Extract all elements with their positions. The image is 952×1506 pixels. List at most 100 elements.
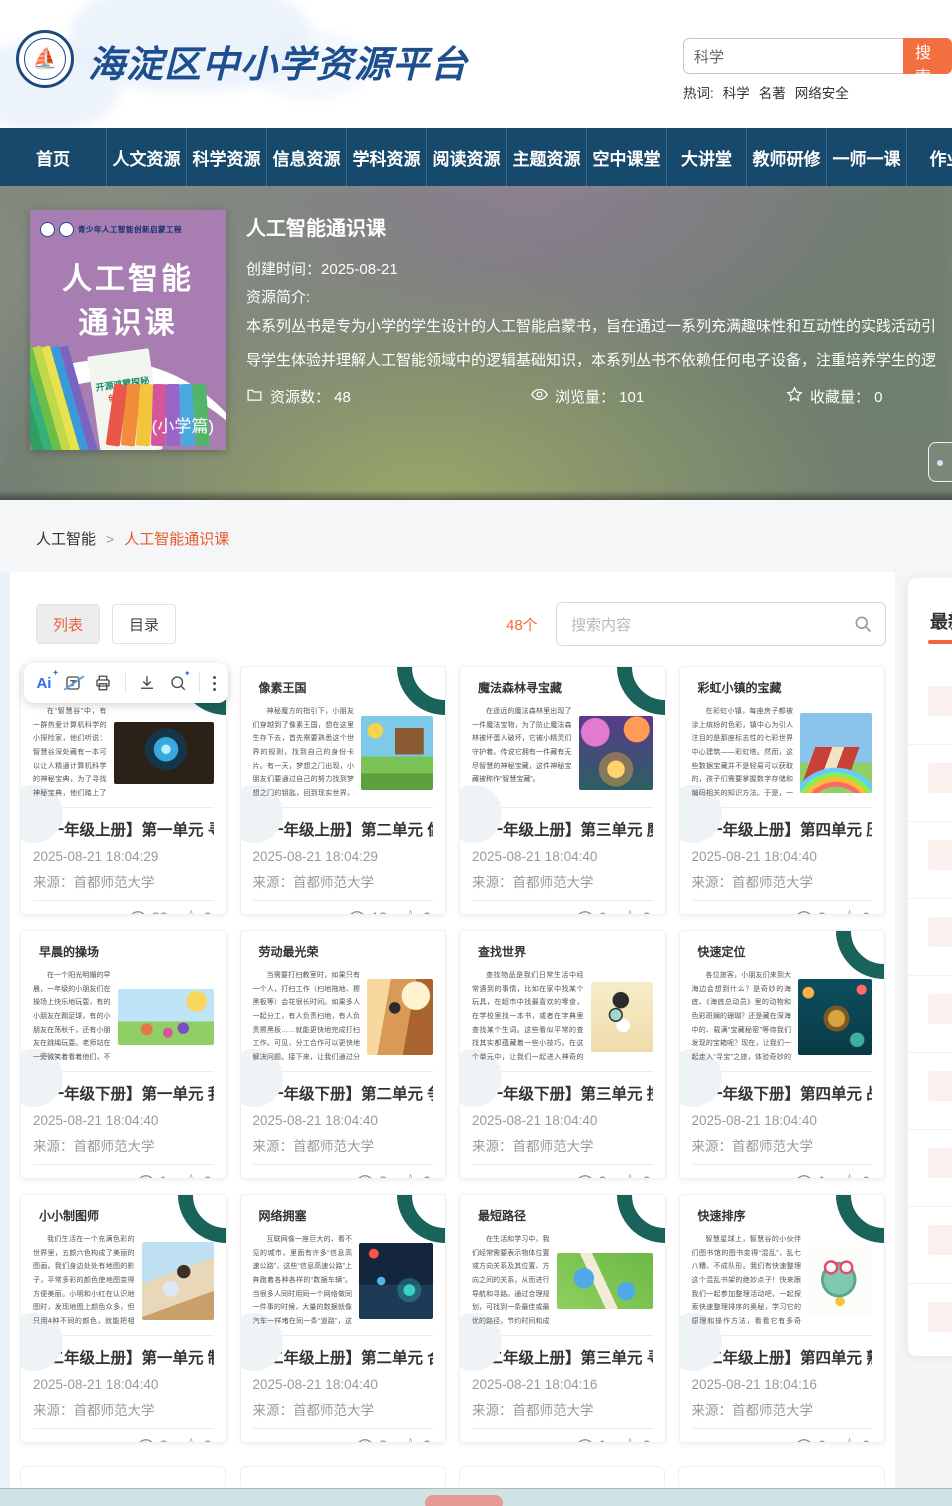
- search-icon[interactable]: [853, 614, 873, 634]
- favorite-count[interactable]: ☆0: [622, 1436, 650, 1443]
- view-count: 1: [137, 1173, 168, 1180]
- nav-item-3[interactable]: 科学资源: [186, 128, 266, 186]
- breadcrumb-parent[interactable]: 人工智能: [36, 528, 96, 549]
- main-nav: 首页人文资源科学资源信息资源学科资源阅读资源主题资源空中课堂大讲堂教师研修一师一…: [0, 128, 952, 186]
- tab-catalog-view[interactable]: 目录: [112, 604, 176, 644]
- bottom-bar-handle[interactable]: [425, 1495, 503, 1506]
- nav-item-9[interactable]: 大讲堂: [666, 128, 746, 186]
- download-icon[interactable]: [138, 674, 156, 692]
- card-thumbnail-pixel-kingdom: [361, 716, 433, 790]
- nav-item-6[interactable]: 阅读资源: [426, 128, 506, 186]
- card-description: 智慧星球上，智慧谷的小伙伴们图书馆的图书变得“混乱”，乱七八糟、不成队形。我们有…: [692, 1233, 802, 1329]
- more-icon[interactable]: [213, 676, 216, 691]
- bottom-bar: [0, 1488, 952, 1506]
- favorite-count[interactable]: ☆0: [403, 1436, 431, 1443]
- hot-word-link[interactable]: 网络安全: [795, 86, 849, 101]
- resource-card[interactable]: 寻宝智慧谷 在“智慧谷”中，有一群热爱计算机科学的小探险家，他们听说：智慧谷深处…: [20, 666, 227, 915]
- printer-icon[interactable]: [94, 674, 112, 692]
- nav-item-1[interactable]: 首页: [0, 128, 106, 186]
- thumbnail-placeholder: [928, 1302, 952, 1332]
- next-row-card-peek: [459, 1466, 665, 1487]
- site-header: ⛵ 海淀区中小学资源平台 搜索 热词:科学名著网络安全: [0, 0, 952, 128]
- favorite-count[interactable]: ☆0: [842, 908, 870, 915]
- card-source: 来源：首都师范大学: [33, 1135, 214, 1155]
- resource-card[interactable]: 早晨的操场 在一个阳光明媚的早晨，一年级的小朋友们在操场上快乐地玩耍，有的小朋友…: [20, 930, 227, 1179]
- favorite-count[interactable]: ☆0: [183, 908, 211, 915]
- nav-item-2[interactable]: 人文资源: [106, 128, 186, 186]
- search-sparkle-icon[interactable]: [169, 674, 187, 692]
- favorite-count[interactable]: ☆0: [183, 1172, 211, 1179]
- translate-icon[interactable]: [64, 674, 82, 692]
- latest-list-item[interactable]: [908, 822, 952, 899]
- favorite-count[interactable]: ☆0: [842, 1172, 870, 1179]
- hot-word-link[interactable]: 科学: [723, 86, 750, 101]
- eye-icon: [356, 1174, 374, 1180]
- favorite-count[interactable]: ☆0: [403, 908, 431, 915]
- latest-list-item[interactable]: [908, 899, 952, 976]
- ai-logo-icon[interactable]: Ai: [36, 675, 51, 692]
- resource-card[interactable]: 网络拥塞 互联网像一座巨大的、看不见的城市，里面有许多“信息高速公路”，这些“信…: [240, 1194, 447, 1443]
- star-icon: ☆: [622, 1436, 637, 1443]
- card-date: 2025-08-21 18:04:40: [692, 849, 873, 864]
- latest-list-item[interactable]: [908, 1053, 952, 1130]
- result-count: 48个: [506, 614, 538, 635]
- latest-list-item[interactable]: [908, 1207, 952, 1284]
- card-date: 2025-08-21 18:04:40: [253, 1113, 434, 1128]
- resource-card[interactable]: 快速定位 各位旅客，小朋友们来到大海边会想到什么？是奇妙的海底、《海底总动员》里…: [679, 930, 886, 1179]
- favorite-count[interactable]: ☆0: [622, 1172, 650, 1179]
- favorite-count[interactable]: ☆0: [183, 1436, 211, 1443]
- card-date: 2025-08-21 18:04:29: [33, 849, 214, 864]
- resource-hero: 青少年人工智能创新启蒙工程 人工智能 通识课 (小学篇) 开源鸿蒙探秘创新实践 …: [0, 186, 952, 500]
- header-search-input[interactable]: [683, 38, 903, 74]
- hot-word-link[interactable]: 名著: [759, 86, 786, 101]
- content-search-input[interactable]: [569, 604, 843, 646]
- program-name: 青少年人工智能创新启蒙工程: [78, 224, 182, 235]
- favorite-count[interactable]: ☆0: [842, 1436, 870, 1443]
- book-cover[interactable]: 青少年人工智能创新启蒙工程 人工智能 通识课 (小学篇) 开源鸿蒙探秘创新实践: [30, 210, 226, 450]
- resource-card[interactable]: 小小制图师 我们生活在一个充满色彩的世界里，五颜六色构成了美丽的图画。我们身边处…: [20, 1194, 227, 1443]
- latest-list-item[interactable]: [908, 1284, 952, 1356]
- card-date: 2025-08-21 18:04:40: [472, 849, 653, 864]
- header-search-button[interactable]: 搜索: [903, 38, 952, 74]
- favorite-count[interactable]: ☆0: [622, 908, 650, 915]
- resource-card[interactable]: 快速排序 智慧星球上，智慧谷的小伙伴们图书馆的图书变得“混乱”，乱七八糟、不成队…: [679, 1194, 886, 1443]
- resource-card[interactable]: 劳动最光荣 当需要打扫教室时，如果只有一个人，打扫工作（扫地拖地、擦黑板等）会花…: [240, 930, 447, 1179]
- nav-item-10[interactable]: 教师研修: [746, 128, 826, 186]
- eye-icon: [795, 1174, 813, 1180]
- latest-list-item[interactable]: [908, 976, 952, 1053]
- favorite-count[interactable]: ☆0: [403, 1172, 431, 1179]
- thumbnail-placeholder: [928, 994, 952, 1024]
- view-count: 13: [348, 909, 387, 916]
- latest-list-item[interactable]: [908, 745, 952, 822]
- card-thumbnail-undersea-treasure: [798, 979, 872, 1055]
- nav-item-5[interactable]: 学科资源: [346, 128, 426, 186]
- card-thumbnail-cartoon-monster: [808, 1247, 872, 1315]
- card-heading: 快速定位: [692, 943, 873, 960]
- resource-card[interactable]: 彩虹小镇的宝藏 在彩虹小镇，每座房子都被涂上缤纷的色彩，镇中心为引人注目的是那座…: [679, 666, 886, 915]
- site-logo[interactable]: ⛵: [16, 30, 74, 88]
- card-thumbnail-playground-morning: [118, 989, 214, 1045]
- book-fan-right: [110, 372, 226, 450]
- nav-item-11[interactable]: 一师一课: [826, 128, 906, 186]
- stat-star: 收藏量： 0: [786, 386, 883, 407]
- card-date: 2025-08-21 18:04:29: [253, 849, 434, 864]
- tab-latest[interactable]: 最新: [930, 608, 952, 634]
- breadcrumb-current: 人工智能通识课: [124, 528, 229, 549]
- latest-list-item[interactable]: [908, 668, 952, 745]
- card-date: 2025-08-21 18:04:16: [472, 1377, 653, 1392]
- nav-item-8[interactable]: 空中课堂: [586, 128, 666, 186]
- resource-card[interactable]: 查找世界 查找物品是我们日常生活中经常遇到的事情，比如在家中找某个玩具，在超市中…: [459, 930, 666, 1179]
- hero-side-button[interactable]: [928, 442, 952, 482]
- tab-list-view[interactable]: 列表: [36, 604, 100, 644]
- latest-list-item[interactable]: [908, 1130, 952, 1207]
- resource-title: 人工智能通识课: [246, 212, 386, 241]
- nav-item-7[interactable]: 主题资源: [506, 128, 586, 186]
- resource-card[interactable]: 魔法森林寻宝藏 在遥远的魔法森林里出现了一件魔法宝物，为了防止魔法森林被坏蛋人破…: [459, 666, 666, 915]
- star-icon: ☆: [842, 1436, 857, 1443]
- resource-card[interactable]: 最短路径 在生活和学习中，我们经常需要表示物体位置或方向关系及其位置、方向之间的…: [459, 1194, 666, 1443]
- card-source: 来源：首都师范大学: [253, 1135, 434, 1155]
- nav-item-12[interactable]: 作业: [906, 128, 952, 186]
- resource-card[interactable]: 像素王国 神秘魔方的指引下，小朋友们穿越到了像素王国，想在这里生存下去，首先需要…: [240, 666, 447, 915]
- next-row-card-peek: [20, 1466, 226, 1487]
- nav-item-4[interactable]: 信息资源: [266, 128, 346, 186]
